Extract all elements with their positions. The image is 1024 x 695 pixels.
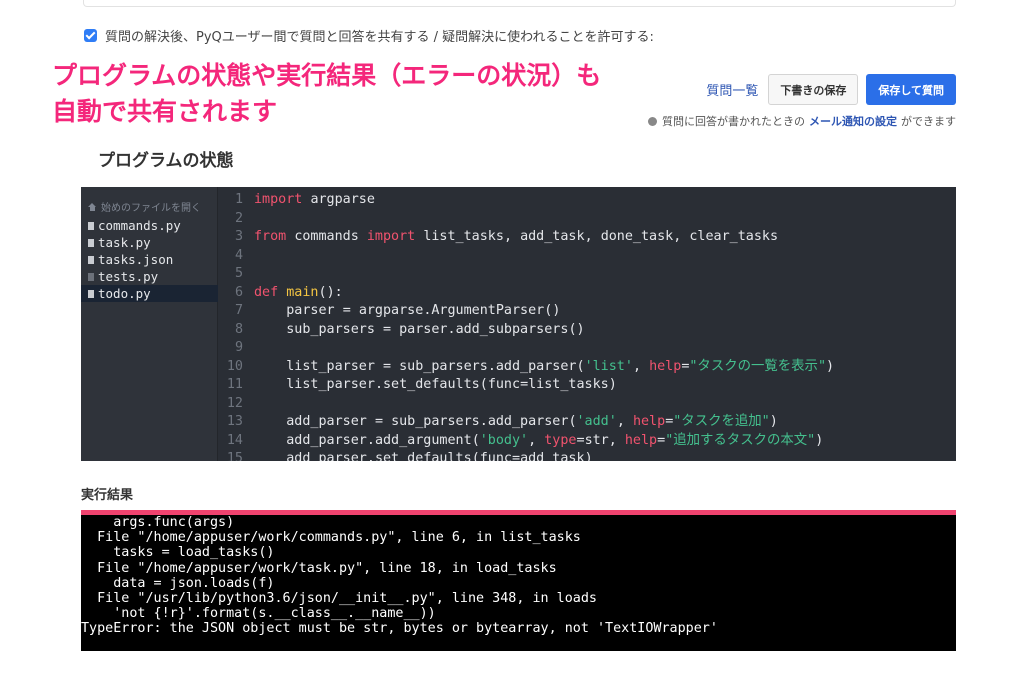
terminal-line: tasks = load_tasks() bbox=[81, 545, 275, 561]
line-number: 9 bbox=[234, 340, 243, 355]
terminal-line: args.func(args) bbox=[81, 515, 235, 530]
code-line: 11 list_parser.set_defaults(func=list_ta… bbox=[219, 376, 956, 395]
terminal-line: File "/home/appuser/work/task.py", line … bbox=[81, 560, 557, 576]
save-and-ask-button[interactable]: 保存して質問 bbox=[866, 74, 956, 105]
code-line: 12 bbox=[219, 395, 956, 414]
file-icon bbox=[88, 238, 94, 247]
code-line: 10 list_parser = sub_parsers.add_parser(… bbox=[219, 358, 956, 377]
file-name: commands.py bbox=[98, 218, 181, 233]
code-line: 15 add_parser.set_defaults(func=add_task… bbox=[219, 450, 956, 461]
terminal-line: File "/usr/lib/python3.6/json/__init__.p… bbox=[81, 590, 597, 606]
form-card-edge bbox=[83, 0, 956, 7]
file-name: tasks.json bbox=[98, 252, 174, 267]
line-number: 11 bbox=[226, 377, 243, 392]
code-editor: 始めのファイルを開く commands.py task.py tasks.json t… bbox=[81, 187, 956, 461]
code-line: 2 bbox=[219, 210, 956, 229]
code-line: 1 import argparse bbox=[219, 191, 956, 210]
file-item[interactable]: tests.py bbox=[81, 268, 218, 285]
form-actions: 質問一覧 下書きの保存 保存して質問 bbox=[706, 74, 956, 105]
mail-notice: 質問に回答が書かれたときの メール通知の設定 ができます bbox=[648, 113, 956, 129]
terminal-output: args.func(args) File "/home/appuser/work… bbox=[81, 515, 956, 637]
line-number: 12 bbox=[226, 395, 243, 411]
promo-callout: プログラムの状態や実行結果（エラーの状況）も 自動で共有されます bbox=[52, 58, 601, 130]
file-item[interactable]: todo.py bbox=[81, 285, 218, 302]
line-number: 10 bbox=[226, 358, 243, 374]
code-text: list_parser = sub_parsers.add_parser('li… bbox=[286, 358, 835, 374]
file-name: task.py bbox=[98, 235, 151, 250]
code-text: import argparse bbox=[254, 192, 375, 207]
question-list-link[interactable]: 質問一覧 bbox=[706, 80, 758, 99]
line-number: 8 bbox=[234, 321, 243, 337]
code-text: list_parser.set_defaults(func=list_tasks… bbox=[286, 377, 617, 392]
promo-line-2: 自動で共有されます bbox=[52, 97, 278, 126]
line-number: 2 bbox=[234, 210, 243, 226]
code-text: def main(): bbox=[254, 284, 343, 300]
terminal-line: 'not {!r}'.format(s.__class__.__name__)) bbox=[81, 606, 436, 622]
promo-line-1: プログラムの状態や実行結果（エラーの状況）も bbox=[52, 61, 602, 90]
line-number: 14 bbox=[226, 432, 243, 448]
line-number: 5 bbox=[234, 266, 243, 281]
mail-settings-link[interactable]: メール通知の設定 bbox=[809, 113, 897, 129]
execution-result-title: 実行結果 bbox=[81, 488, 134, 503]
mail-notice-after: ができます bbox=[901, 115, 956, 128]
line-number: 3 bbox=[234, 229, 243, 244]
terminal-line: data = json.loads(f) bbox=[81, 575, 275, 591]
file-item[interactable]: tasks.json bbox=[81, 251, 218, 268]
file-item[interactable]: task.py bbox=[81, 234, 218, 251]
code-line: 7 parser = argparse.ArgumentParser() bbox=[219, 302, 956, 321]
open-initial-files-label: 始めのファイルを開く bbox=[101, 203, 201, 214]
info-icon bbox=[648, 116, 657, 126]
line-number: 13 bbox=[226, 414, 243, 429]
program-state-title: プログラムの状態 bbox=[98, 151, 234, 171]
code-text: add_parser = sub_parsers.add_parser('add… bbox=[286, 414, 778, 429]
file-icon bbox=[88, 289, 94, 298]
code-line: 9 bbox=[219, 339, 956, 358]
open-initial-files[interactable]: 始めのファイルを開く bbox=[88, 199, 201, 214]
line-number: 4 bbox=[234, 247, 243, 263]
line-number: 1 bbox=[234, 192, 243, 207]
file-list: commands.py task.py tasks.json tests.py todo… bbox=[81, 217, 218, 302]
file-item[interactable]: commands.py bbox=[81, 217, 218, 234]
file-icon bbox=[88, 221, 94, 230]
code-text: add_parser.add_argument('body', type=str… bbox=[286, 432, 824, 448]
home-icon bbox=[88, 202, 97, 211]
code-text: add_parser.set_defaults(func=add_task) bbox=[286, 451, 593, 461]
code-line: 6 def main(): bbox=[219, 284, 956, 303]
line-number: 15 bbox=[226, 451, 243, 461]
code-line: 13 add_parser = sub_parsers.add_parser('… bbox=[219, 413, 956, 432]
share-consent-checkbox[interactable] bbox=[84, 28, 97, 42]
file-icon bbox=[88, 272, 94, 281]
code-text: from commands import list_tasks, add_tas… bbox=[254, 229, 779, 244]
code-line: 14 add_parser.add_argument('body', type=… bbox=[219, 432, 956, 451]
code-line: 4 bbox=[219, 247, 956, 266]
code-text: parser = argparse.ArgumentParser() bbox=[286, 303, 561, 318]
file-tree: 始めのファイルを開く commands.py task.py tasks.json t… bbox=[81, 187, 218, 461]
mail-notice-before: 質問に回答が書かれたときの bbox=[662, 115, 805, 128]
code-line: 3 from commands import list_tasks, add_ta… bbox=[219, 228, 956, 247]
share-consent[interactable]: 質問の解決後、PyQユーザー間で質問と回答を共有する / 疑問解決に使われること… bbox=[84, 26, 654, 45]
terminal-line: TypeError: the JSON object must be str, … bbox=[81, 621, 718, 637]
terminal-line: File "/home/appuser/work/commands.py", l… bbox=[81, 530, 581, 546]
code-line: 8 sub_parsers = parser.add_subparsers() bbox=[219, 321, 956, 340]
share-consent-label: 質問の解決後、PyQユーザー間で質問と回答を共有する / 疑問解決に使われること… bbox=[105, 29, 654, 45]
file-icon bbox=[88, 255, 94, 264]
file-name: tests.py bbox=[98, 269, 159, 284]
code-line: 5 bbox=[219, 265, 956, 284]
execution-terminal: args.func(args) File "/home/appuser/work… bbox=[81, 510, 956, 651]
line-number: 6 bbox=[234, 284, 243, 300]
code-view[interactable]: 1 import argparse 2 3 from commands import l… bbox=[219, 191, 956, 461]
code-text: sub_parsers = parser.add_subparsers() bbox=[286, 321, 585, 337]
file-name: todo.py bbox=[98, 286, 151, 301]
line-number: 7 bbox=[234, 303, 243, 318]
save-draft-button[interactable]: 下書きの保存 bbox=[768, 74, 859, 105]
